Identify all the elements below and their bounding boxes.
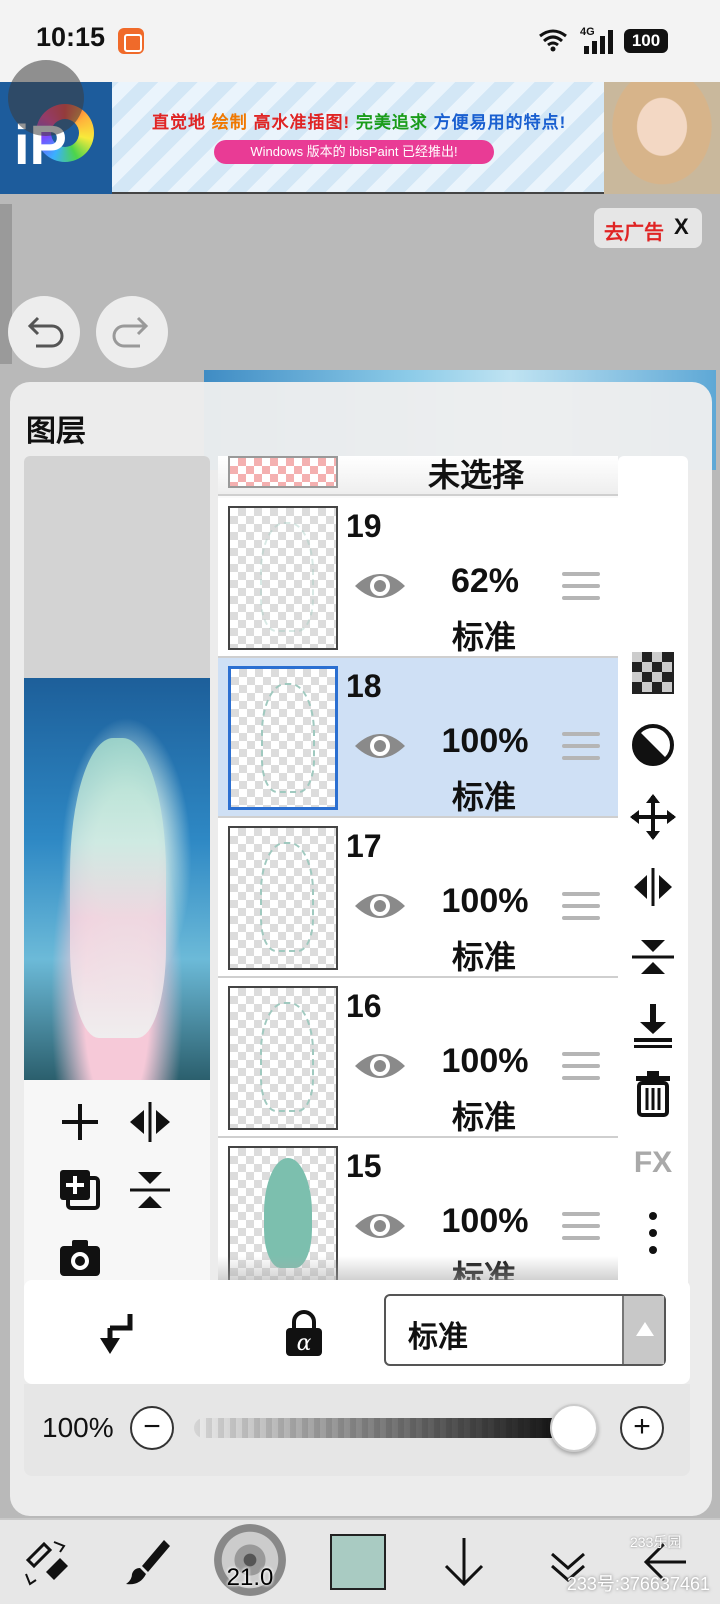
adjust-contrast-icon[interactable]	[628, 720, 678, 770]
trash-icon[interactable]	[628, 1068, 678, 1118]
fx-filter-button[interactable]: FX	[628, 1138, 678, 1188]
layer-row-selected[interactable]: 18 100% 标准	[218, 658, 618, 818]
battery-icon: 100	[624, 29, 668, 53]
remove-ad-button[interactable]: 去广告 X	[594, 208, 702, 248]
layer-thumbnail	[228, 456, 338, 488]
ad-banner[interactable]: iP 直觉地 绘制 高水准插图! 完美追求 方便易用的特点! Windows 版…	[0, 60, 720, 194]
layer-blend-mode: 标准	[451, 1099, 516, 1135]
flip-horizontal-icon[interactable]	[120, 1092, 180, 1152]
redo-icon	[112, 316, 149, 348]
drag-handle-icon[interactable]	[562, 732, 600, 762]
watermark-text: 233号:376637461	[566, 1574, 710, 1594]
layer-opacity: 100%	[441, 722, 529, 760]
layer-row[interactable]: 16 100% 标准	[218, 978, 618, 1138]
layer-opacity: 100%	[441, 1202, 529, 1240]
chevron-up-icon[interactable]	[622, 1296, 664, 1364]
brush-icon[interactable]	[116, 1532, 176, 1592]
canvas-preview-image[interactable]	[24, 678, 210, 1080]
blend-mode-value: 标准	[408, 1321, 468, 1354]
alpha-lock-icon[interactable]: α	[282, 1308, 326, 1358]
arrow-down-icon[interactable]	[434, 1532, 494, 1592]
layer-number: 19	[346, 508, 382, 544]
merge-down-icon[interactable]	[628, 1000, 678, 1050]
drag-handle-icon[interactable]	[562, 572, 600, 602]
status-bar: 10:15 4G 100	[0, 0, 720, 82]
move-icon[interactable]	[628, 792, 678, 842]
layer-row-partial[interactable]: 未选择	[218, 456, 618, 496]
layer-row[interactable]: 19 62% 标准	[218, 498, 618, 658]
app-notification-icon	[118, 28, 144, 54]
preview-empty-area	[24, 456, 210, 678]
layer-blend-mode: 标准	[451, 939, 516, 975]
opacity-value: 100%	[42, 1412, 114, 1443]
drag-handle-icon[interactable]	[562, 892, 600, 922]
drag-handle-icon[interactable]	[562, 1212, 600, 1242]
signal-icon	[584, 30, 613, 54]
color-swatch[interactable]	[330, 1534, 386, 1590]
layer-panel: 图层 未选择 19 62% 标准 18 100% 标准 17 100% 标准 1…	[10, 382, 712, 1516]
ad-subtitle: Windows 版本的 ibisPaint 已经推出!	[214, 140, 494, 164]
visibility-eye-icon[interactable]	[352, 568, 408, 604]
opacity-slider-thumb[interactable]	[550, 1404, 598, 1452]
opacity-bar: 100% − +	[24, 1384, 690, 1476]
status-time: 10:15	[36, 22, 106, 52]
side-tools: FX	[618, 456, 688, 1296]
layer-number: 17	[346, 828, 382, 864]
layer-number: 18	[346, 668, 382, 704]
camera-icon[interactable]	[50, 1228, 110, 1288]
layer-opacity: 100%	[441, 882, 529, 920]
layer-opacity: 100%	[441, 1042, 529, 1080]
layer-partial-label: 未选择	[428, 457, 525, 493]
visibility-eye-icon[interactable]	[352, 1048, 408, 1084]
layer-opacity: 62%	[450, 562, 520, 600]
remove-ad-label: 去广告	[604, 222, 664, 244]
more-options-icon[interactable]	[628, 1208, 678, 1258]
undo-button[interactable]	[8, 296, 80, 368]
preview-figure	[70, 738, 166, 1038]
visibility-eye-icon[interactable]	[352, 1208, 408, 1244]
flip-horizontal-icon[interactable]	[628, 862, 678, 912]
redo-button[interactable]	[96, 296, 168, 368]
close-ad-icon[interactable]: X	[674, 214, 689, 240]
transparency-checker-icon[interactable]	[628, 648, 678, 698]
ad-title: 直觉地 绘制 高水准插图! 完美追求 方便易用的特点!	[152, 113, 567, 132]
svg-text:α: α	[297, 1331, 312, 1356]
layer-list[interactable]: 未选择 19 62% 标准 18 100% 标准 17 100% 标准 16 1…	[218, 456, 618, 1296]
layer-thumbnail	[228, 666, 338, 810]
layer-thumbnail	[228, 986, 338, 1130]
drag-handle-icon[interactable]	[562, 1052, 600, 1082]
layer-preview	[24, 456, 210, 1296]
ad-portrait-image	[604, 82, 720, 194]
ad-menu-dot[interactable]	[8, 60, 84, 136]
wifi-icon	[539, 29, 567, 52]
opacity-minus-button[interactable]: −	[130, 1406, 174, 1450]
visibility-eye-icon[interactable]	[352, 888, 408, 924]
layer-blend-mode: 标准	[451, 779, 516, 815]
clipping-arrow-icon[interactable]	[94, 1310, 140, 1358]
tool-switch-icon[interactable]	[16, 1532, 76, 1592]
layer-thumbnail	[228, 826, 338, 970]
layer-number: 15	[346, 1148, 382, 1184]
panel-title: 图层	[26, 415, 86, 448]
duplicate-layer-icon[interactable]	[50, 1160, 110, 1220]
visibility-eye-icon[interactable]	[352, 728, 408, 764]
blend-mode-select[interactable]: 标准	[384, 1294, 666, 1366]
watermark-brand: 233乐园	[630, 1534, 682, 1550]
layer-thumbnail	[228, 506, 338, 650]
opacity-plus-button[interactable]: +	[620, 1406, 664, 1450]
flip-vertical-icon[interactable]	[628, 932, 678, 982]
opacity-slider-track[interactable]	[194, 1418, 594, 1438]
layer-blend-mode: 标准	[451, 619, 516, 655]
blend-bar: α 标准	[24, 1280, 690, 1384]
brush-size-label: 21.0	[226, 1564, 274, 1591]
flip-vertical-icon[interactable]	[120, 1160, 180, 1220]
layer-row[interactable]: 17 100% 标准	[218, 818, 618, 978]
layer-number: 16	[346, 988, 382, 1024]
undo-icon	[27, 316, 64, 348]
preview-tools	[24, 1080, 210, 1296]
add-layer-icon[interactable]	[50, 1092, 110, 1152]
